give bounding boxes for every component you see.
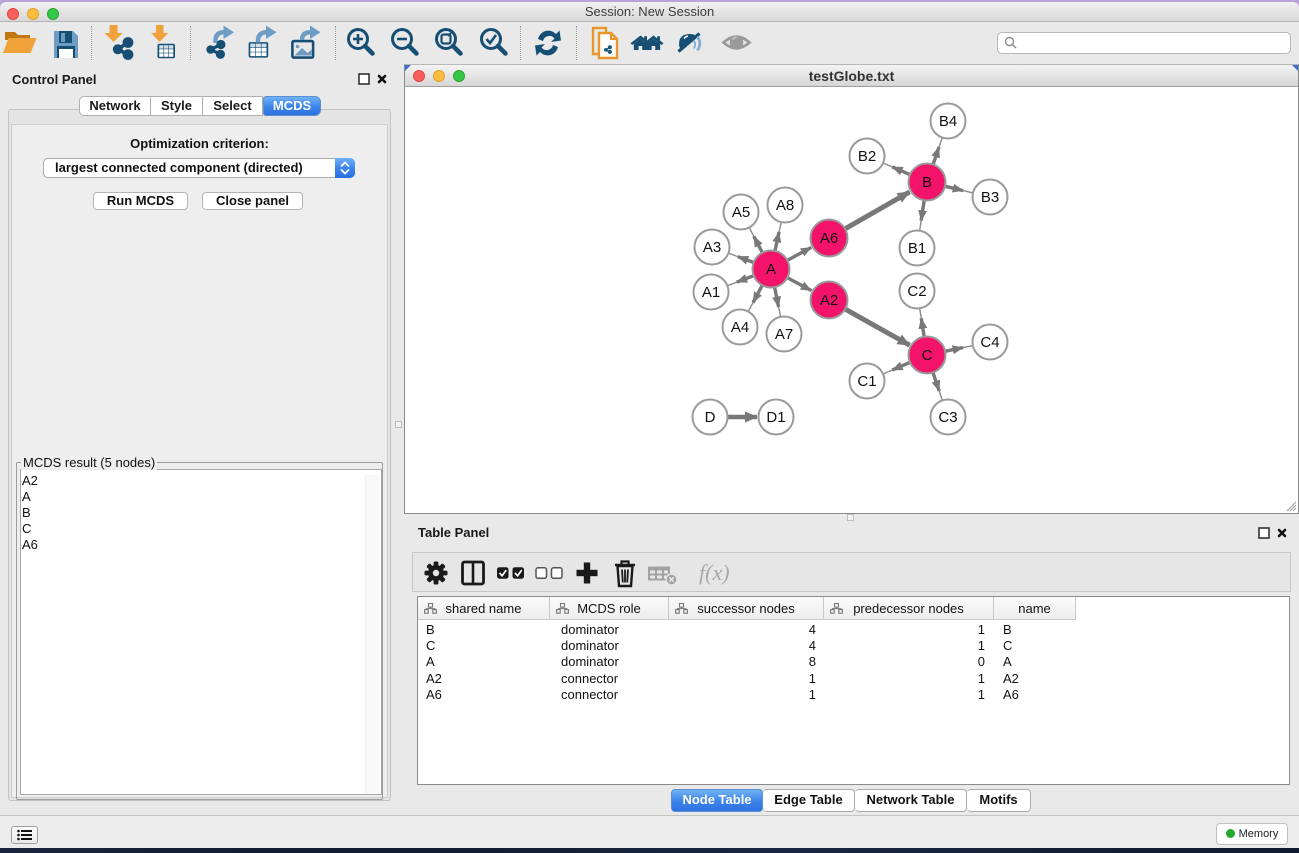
svg-text:C1: C1 — [857, 373, 876, 390]
svg-text:A: A — [766, 261, 776, 278]
svg-text:B1: B1 — [908, 240, 926, 257]
svg-text:D1: D1 — [766, 409, 785, 426]
svg-text:A3: A3 — [703, 239, 721, 256]
svg-text:A5: A5 — [732, 204, 750, 221]
svg-text:A6: A6 — [820, 230, 838, 247]
svg-text:C: C — [922, 347, 933, 364]
svg-text:A1: A1 — [702, 284, 720, 301]
svg-text:B2: B2 — [858, 148, 876, 165]
svg-text:C3: C3 — [938, 409, 957, 426]
svg-text:A4: A4 — [731, 319, 749, 336]
svg-text:B4: B4 — [939, 113, 957, 130]
svg-text:A2: A2 — [820, 292, 838, 309]
svg-text:B3: B3 — [981, 189, 999, 206]
svg-text:A8: A8 — [776, 197, 794, 214]
svg-text:C2: C2 — [907, 283, 926, 300]
svg-text:D: D — [705, 409, 716, 426]
svg-text:C4: C4 — [980, 334, 999, 351]
svg-text:A7: A7 — [775, 326, 793, 343]
svg-text:B: B — [922, 174, 932, 191]
